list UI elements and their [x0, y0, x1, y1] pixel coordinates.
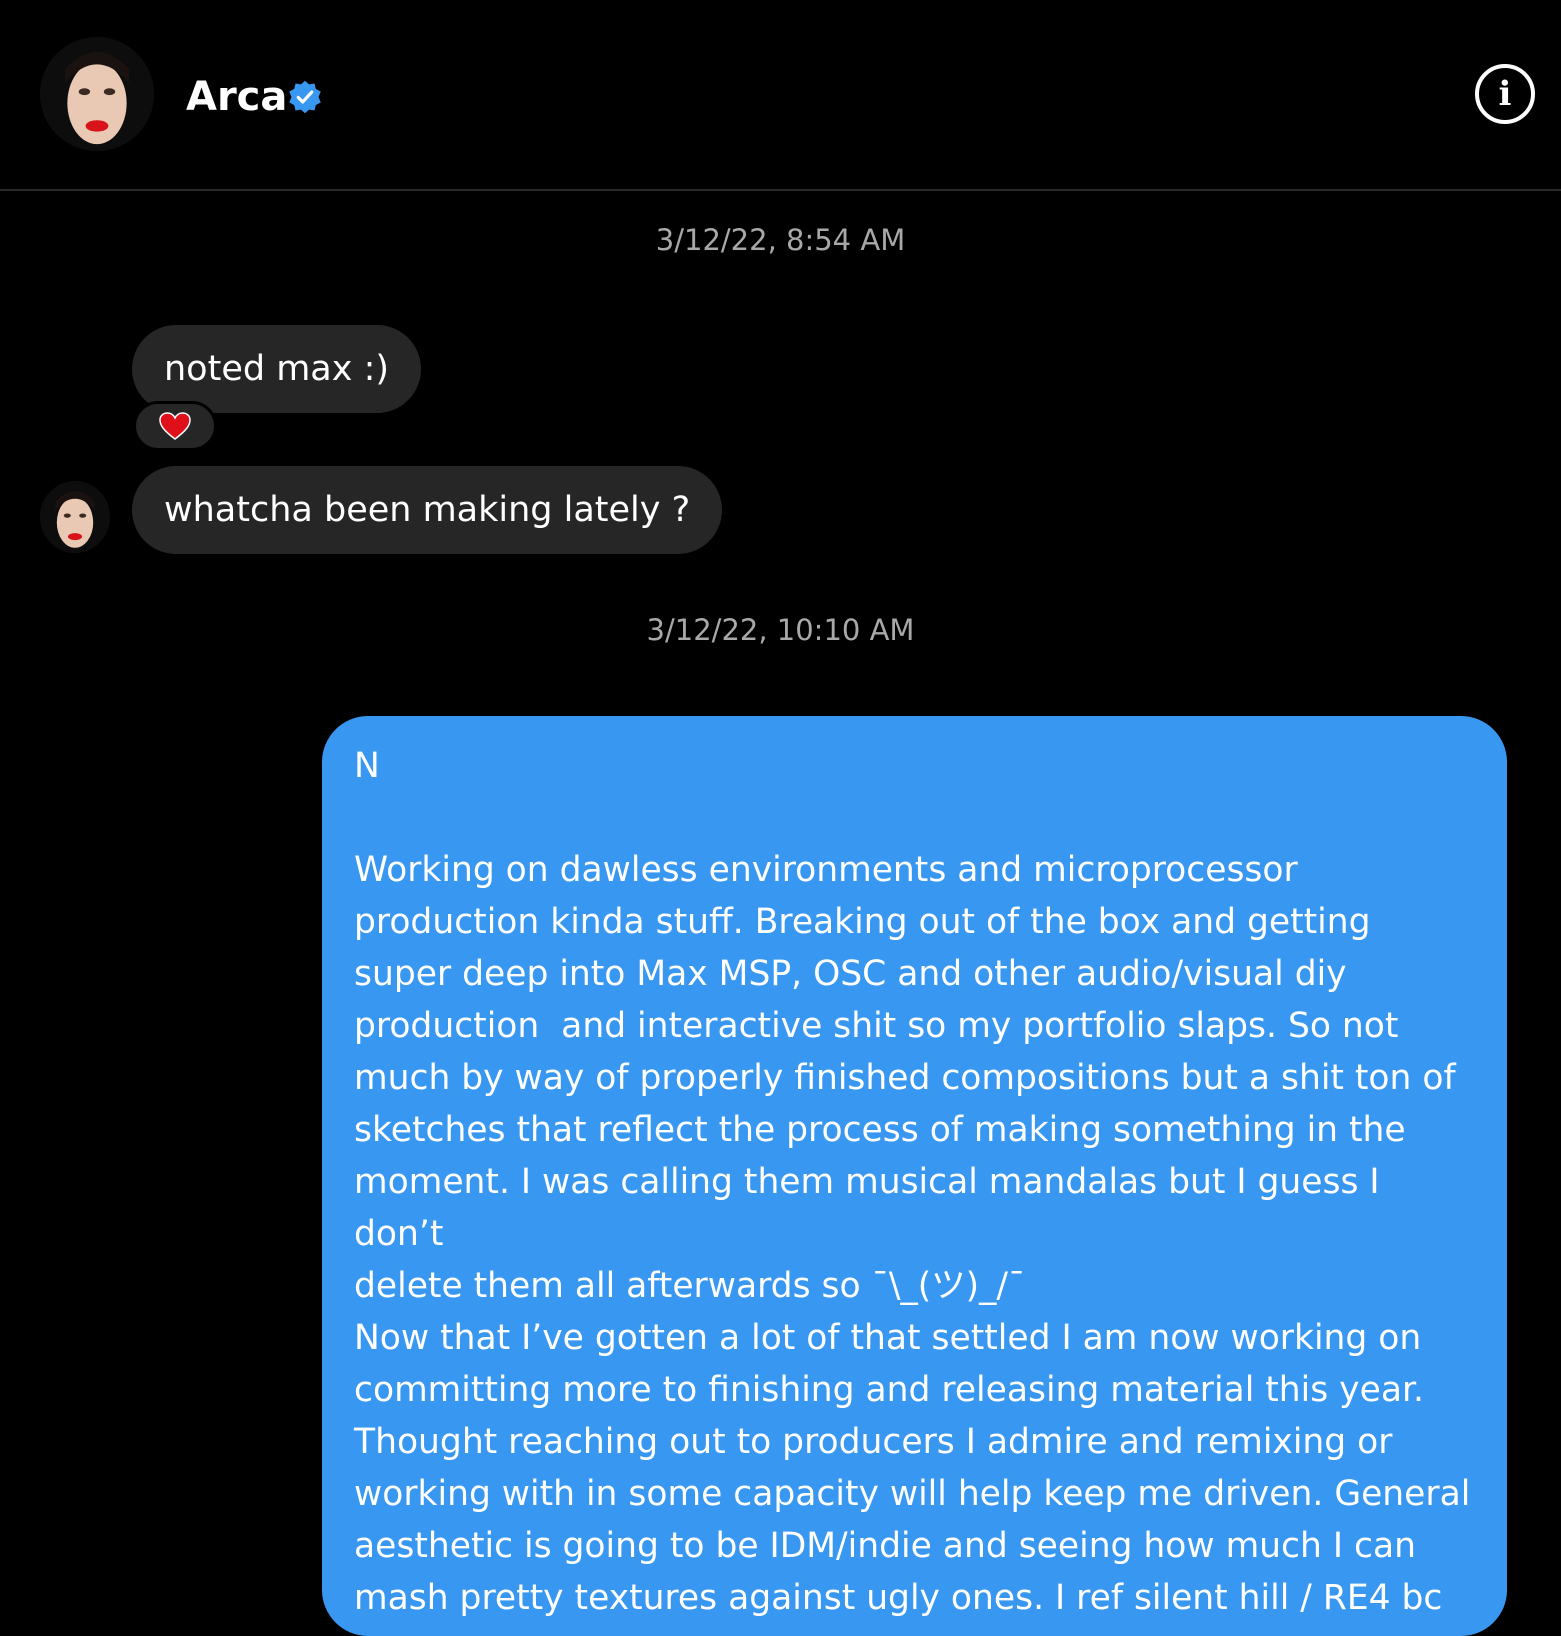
- timestamp: 3/12/22, 10:10 AM: [646, 613, 915, 647]
- heart-reaction[interactable]: [133, 401, 217, 451]
- heart-icon: [159, 412, 191, 440]
- chat-header: Arca i: [0, 0, 1561, 191]
- avatar-image: [40, 37, 154, 151]
- sender-avatar[interactable]: [40, 481, 110, 553]
- info-icon-label: i: [1498, 74, 1512, 114]
- avatar-image: [40, 482, 110, 552]
- contact-avatar[interactable]: [40, 37, 154, 151]
- verified-badge-icon: [289, 80, 321, 114]
- contact-name[interactable]: Arca: [186, 72, 287, 122]
- outgoing-message[interactable]: N Working on dawless environments and mi…: [322, 716, 1507, 1636]
- timestamp: 3/12/22, 8:54 AM: [655, 223, 906, 257]
- incoming-message[interactable]: whatcha been making lately ?: [132, 466, 723, 554]
- incoming-message[interactable]: noted max :): [132, 325, 422, 413]
- info-icon[interactable]: i: [1475, 64, 1535, 124]
